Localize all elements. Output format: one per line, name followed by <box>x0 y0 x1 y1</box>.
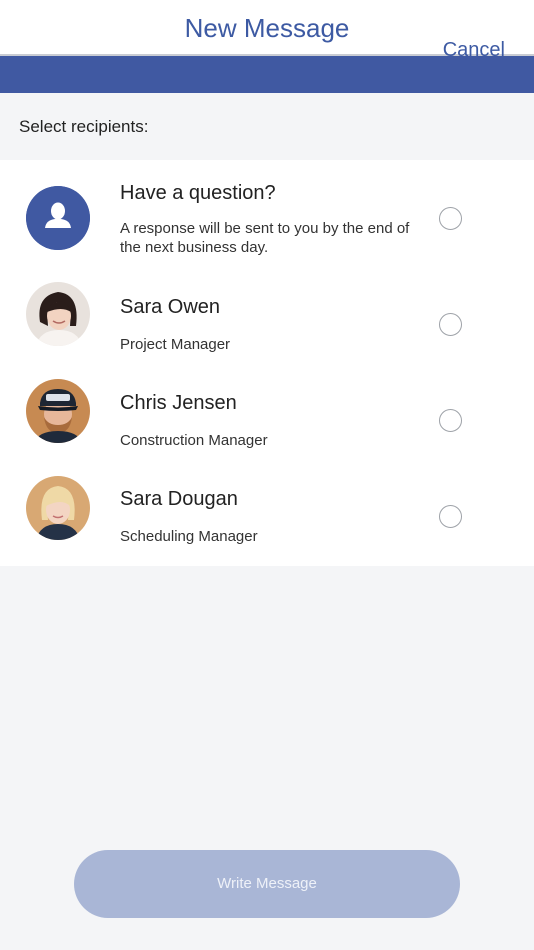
recipient-role: Project Manager <box>120 336 231 353</box>
recipient-name: Have a question? <box>120 182 276 204</box>
recipient-radio[interactable] <box>439 409 462 432</box>
recipient-radio[interactable] <box>439 505 462 528</box>
recipient-row-chris-jensen[interactable]: Chris Jensen Construction Manager <box>0 376 534 472</box>
avatar <box>26 379 90 443</box>
navigation-header: New Message Cancel <box>0 0 534 61</box>
avatar <box>26 282 90 346</box>
recipient-row-general-question[interactable]: Have a question? A response will be sent… <box>0 160 534 280</box>
avatar <box>26 476 90 540</box>
recipient-list: Have a question? A response will be sent… <box>0 160 534 566</box>
recipient-role: Scheduling Manager <box>120 528 258 545</box>
recipient-row-sara-dougan[interactable]: Sara Dougan Scheduling Manager <box>0 472 534 566</box>
recipient-name: Sara Owen <box>120 296 221 318</box>
recipient-name: Sara Dougan <box>120 488 238 510</box>
header-accent-bar <box>0 56 534 93</box>
select-recipients-label: Select recipients: <box>19 117 149 136</box>
person-icon <box>26 186 90 250</box>
write-message-button[interactable]: Write Message <box>74 850 460 918</box>
recipient-radio[interactable] <box>439 313 462 336</box>
recipient-name: Chris Jensen <box>120 392 237 414</box>
recipient-description: A response will be sent to you by the en… <box>120 220 410 256</box>
recipient-role: Construction Manager <box>120 432 268 449</box>
recipient-radio[interactable] <box>439 207 462 230</box>
recipient-row-sara-owen[interactable]: Sara Owen Project Manager <box>0 280 534 376</box>
